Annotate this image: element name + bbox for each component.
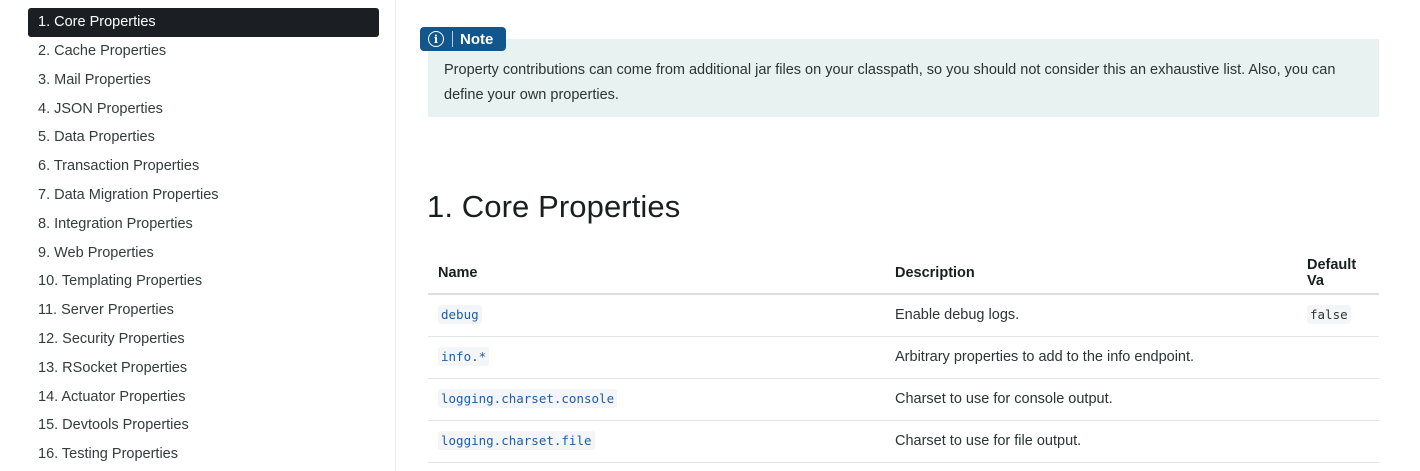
property-default-cell: false	[1297, 294, 1379, 337]
property-default-cell	[1297, 336, 1379, 379]
toc-item-integration-properties[interactable]: 8. Integration Properties	[28, 210, 379, 239]
toc-item-server-properties[interactable]: 11. Server Properties	[28, 296, 379, 325]
toc-item-core-properties[interactable]: 1. Core Properties	[28, 8, 379, 37]
note-badge-label: Note	[460, 30, 494, 48]
header-description: Description	[885, 253, 1297, 295]
toc-item-testing-properties[interactable]: 16. Testing Properties	[28, 440, 379, 469]
toc-item-security-properties[interactable]: 12. Security Properties	[28, 325, 379, 354]
info-icon: i	[428, 31, 444, 47]
sidebar-toc: 1. Core Properties 2. Cache Properties 3…	[0, 0, 396, 471]
header-default-value: Default Va	[1297, 253, 1379, 295]
property-name-cell: debug	[428, 294, 885, 337]
toc-item-json-properties[interactable]: 4. JSON Properties	[28, 95, 379, 124]
main-content: Property contributions can come from add…	[396, 0, 1420, 471]
property-description: Arbitrary properties to add to the info …	[885, 336, 1297, 379]
toc-item-mail-properties[interactable]: 3. Mail Properties	[28, 66, 379, 95]
toc-item-devtools-properties[interactable]: 15. Devtools Properties	[28, 411, 379, 440]
property-name-link[interactable]: logging.charset.file	[438, 431, 595, 450]
property-name-cell: logging.charset.console	[428, 378, 885, 421]
toc-item-cache-properties[interactable]: 2. Cache Properties	[28, 37, 379, 66]
property-name-link[interactable]: logging.charset.console	[438, 389, 618, 408]
header-name: Name	[428, 253, 885, 295]
property-default-cell	[1297, 420, 1379, 463]
properties-table: Name Description Default Va debug Enable…	[428, 253, 1379, 463]
property-default-cell	[1297, 378, 1379, 421]
property-name-link[interactable]: info.*	[438, 347, 490, 366]
badge-divider	[452, 31, 453, 47]
property-name-cell: logging.charset.file	[428, 420, 885, 463]
note-text: Property contributions can come from add…	[444, 62, 1336, 103]
note-admonition: Property contributions can come from add…	[428, 39, 1379, 117]
toc-item-web-properties[interactable]: 9. Web Properties	[28, 239, 379, 268]
section-title: 1. Core Properties	[427, 189, 681, 224]
table-header-row: Name Description Default Va	[428, 253, 1379, 295]
toc-item-data-properties[interactable]: 5. Data Properties	[28, 123, 379, 152]
property-default-value: false	[1307, 305, 1351, 325]
toc-item-transaction-properties[interactable]: 6. Transaction Properties	[28, 152, 379, 181]
property-description: Enable debug logs.	[885, 294, 1297, 337]
property-description: Charset to use for file output.	[885, 420, 1297, 463]
table-row: info.* Arbitrary properties to add to th…	[428, 336, 1379, 379]
toc-item-rsocket-properties[interactable]: 13. RSocket Properties	[28, 354, 379, 383]
table-row: logging.charset.console Charset to use f…	[428, 378, 1379, 421]
note-badge: i Note	[420, 27, 506, 51]
toc-item-actuator-properties[interactable]: 14. Actuator Properties	[28, 383, 379, 412]
toc-list: 1. Core Properties 2. Cache Properties 3…	[28, 8, 379, 469]
table-row: logging.charset.file Charset to use for …	[428, 420, 1379, 463]
property-name-cell: info.*	[428, 336, 885, 379]
property-name-link[interactable]: debug	[438, 305, 482, 325]
toc-item-data-migration-properties[interactable]: 7. Data Migration Properties	[28, 181, 379, 210]
property-description: Charset to use for console output.	[885, 378, 1297, 421]
toc-item-templating-properties[interactable]: 10. Templating Properties	[28, 267, 379, 296]
table-row: debug Enable debug logs. false	[428, 294, 1379, 337]
